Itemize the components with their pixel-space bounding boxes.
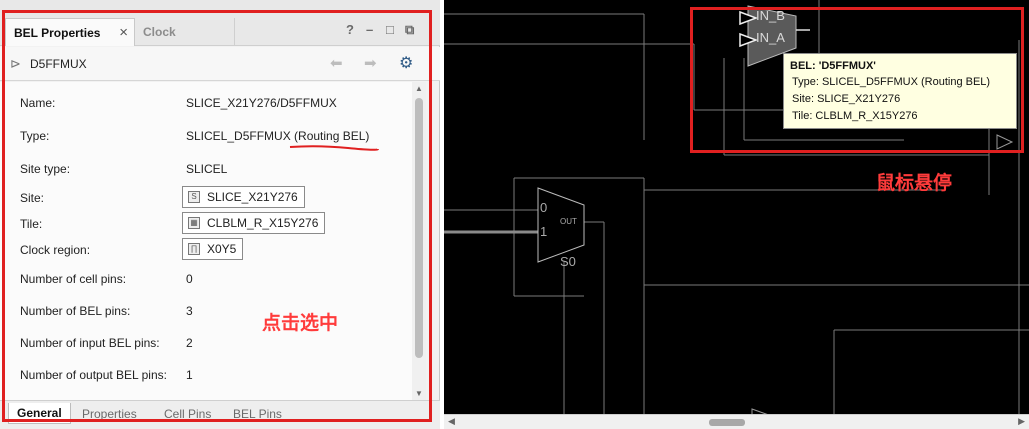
annotation-click-select: 点击选中 — [262, 312, 339, 334]
property-value: 0 — [186, 272, 193, 286]
property-label: Site: — [20, 191, 45, 205]
scroll-right-icon[interactable]: ▶ — [1018, 416, 1025, 427]
property-label: Clock region: — [20, 243, 91, 257]
help-icon[interactable]: ? — [346, 22, 354, 37]
minimize-icon[interactable]: – — [366, 22, 373, 37]
property-value: CLBLM_R_X15Y276 — [207, 216, 319, 230]
tab-label: BEL Properties — [14, 26, 101, 40]
gear-icon[interactable]: ⚙ — [399, 53, 413, 73]
forward-arrow-icon[interactable]: ➡ — [364, 54, 377, 72]
property-value: 1 — [186, 368, 193, 382]
clock-region-link[interactable]: ∏ X0Y5 — [182, 238, 244, 260]
panel-tab-bar: BEL Properties × Clock Regions ? – □ ⧉ — [0, 0, 440, 67]
property-row-bel-pins: Number of BEL pins: 3 — [20, 299, 410, 323]
property-label: Number of cell pins: — [20, 272, 127, 286]
bottom-tab-bar: General Properties Cell Pins BEL Pins — [0, 400, 440, 429]
maximize-icon[interactable]: □ — [386, 22, 394, 37]
property-value: SLICEL — [186, 162, 228, 176]
property-label: Type: — [20, 129, 50, 143]
property-value: X0Y5 — [207, 242, 237, 256]
property-label: Number of BEL pins: — [20, 304, 131, 318]
mux-input-1: 1 — [540, 224, 547, 239]
tile-link[interactable]: ▦ CLBLM_R_X15Y276 — [182, 212, 326, 234]
bel-properties-panel: BEL Properties × Clock Regions ? – □ ⧉ ⊳… — [0, 0, 440, 429]
bel-object-icon: ⊳ — [10, 56, 21, 71]
property-value: 3 — [186, 304, 193, 318]
mux-output-label: OUT — [560, 217, 577, 226]
annotation-hover: 鼠标悬停 — [876, 172, 953, 194]
mux-input-0: 0 — [540, 200, 547, 215]
scroll-thumb[interactable] — [415, 98, 423, 358]
property-label: Name: — [20, 96, 56, 110]
pin-label-in-a: IN_A — [756, 30, 785, 45]
site-link[interactable]: S SLICE_X21Y276 — [182, 186, 305, 208]
scroll-up-icon[interactable]: ▲ — [415, 84, 423, 93]
property-value: SLICE_X21Y276/D5FFMUX — [186, 96, 337, 110]
tab-bel-pins[interactable]: BEL Pins — [233, 407, 282, 421]
property-row-site-type: Site type: SLICEL — [20, 157, 410, 181]
property-value: SLICE_X21Y276 — [207, 190, 298, 204]
panel-toolbar: ⊳ D5FFMUX ⬅ ➡ ⚙ — [0, 47, 440, 81]
scroll-down-icon[interactable]: ▼ — [415, 389, 423, 398]
tab-clock-regions[interactable]: Clock Regions — [135, 18, 235, 67]
tile-icon: ▦ — [188, 217, 200, 229]
horizontal-scroll-thumb[interactable] — [709, 419, 745, 426]
tab-cell-pins[interactable]: Cell Pins — [164, 407, 211, 421]
bel-hover-tooltip: BEL: 'D5FFMUX' Type: SLICEL_D5FFMUX (Rou… — [783, 53, 1017, 129]
tooltip-site: Site: SLICE_X21Y276 — [792, 93, 901, 105]
tab-general[interactable]: General — [8, 403, 71, 424]
tooltip-title: BEL: 'D5FFMUX' — [790, 60, 876, 72]
tooltip-tile: Tile: CLBLM_R_X15Y276 — [792, 110, 918, 122]
close-icon[interactable]: × — [119, 19, 128, 47]
scroll-left-icon[interactable]: ◀ — [448, 416, 455, 427]
properties-scrollbar[interactable]: ▲ ▼ — [412, 82, 426, 400]
clock-region-icon: ∏ — [188, 243, 200, 255]
canvas-horizontal-scrollbar[interactable]: ◀ ▶ — [444, 414, 1029, 429]
property-row-clock-region: Clock region: ∏ X0Y5 — [20, 238, 410, 262]
property-label: Number of output BEL pins: — [20, 368, 167, 382]
property-row-site: Site: S SLICE_X21Y276 — [20, 186, 410, 210]
tab-bel-properties[interactable]: BEL Properties × — [5, 18, 135, 46]
property-row-name: Name: SLICE_X21Y276/D5FFMUX — [20, 91, 410, 115]
mux-select-label: S0 — [560, 254, 576, 269]
back-arrow-icon[interactable]: ⬅ — [330, 54, 343, 72]
float-icon[interactable]: ⧉ — [405, 22, 414, 38]
property-label: Site type: — [20, 162, 71, 176]
pin-label-in-b: IN_B — [756, 8, 785, 23]
site-icon: S — [188, 191, 200, 203]
property-row-input-bel-pins: Number of input BEL pins: 2 — [20, 331, 410, 355]
tab-properties[interactable]: Properties — [82, 407, 137, 421]
partial-pin-arrow — [996, 134, 1014, 150]
annotation-underline — [289, 145, 379, 151]
properties-list: Name: SLICE_X21Y276/D5FFMUX Type: SLICEL… — [0, 82, 412, 400]
tooltip-type: Type: SLICEL_D5FFMUX (Routing BEL) — [792, 76, 991, 88]
property-label: Number of input BEL pins: — [20, 336, 160, 350]
property-row-tile: Tile: ▦ CLBLM_R_X15Y276 — [20, 212, 410, 236]
property-row-cell-pins: Number of cell pins: 0 — [20, 267, 410, 291]
property-value: 2 — [186, 336, 193, 350]
property-row-output-bel-pins: Number of output BEL pins: 1 — [20, 363, 410, 387]
property-label: Tile: — [20, 217, 43, 231]
selected-object-name: D5FFMUX — [30, 57, 87, 71]
